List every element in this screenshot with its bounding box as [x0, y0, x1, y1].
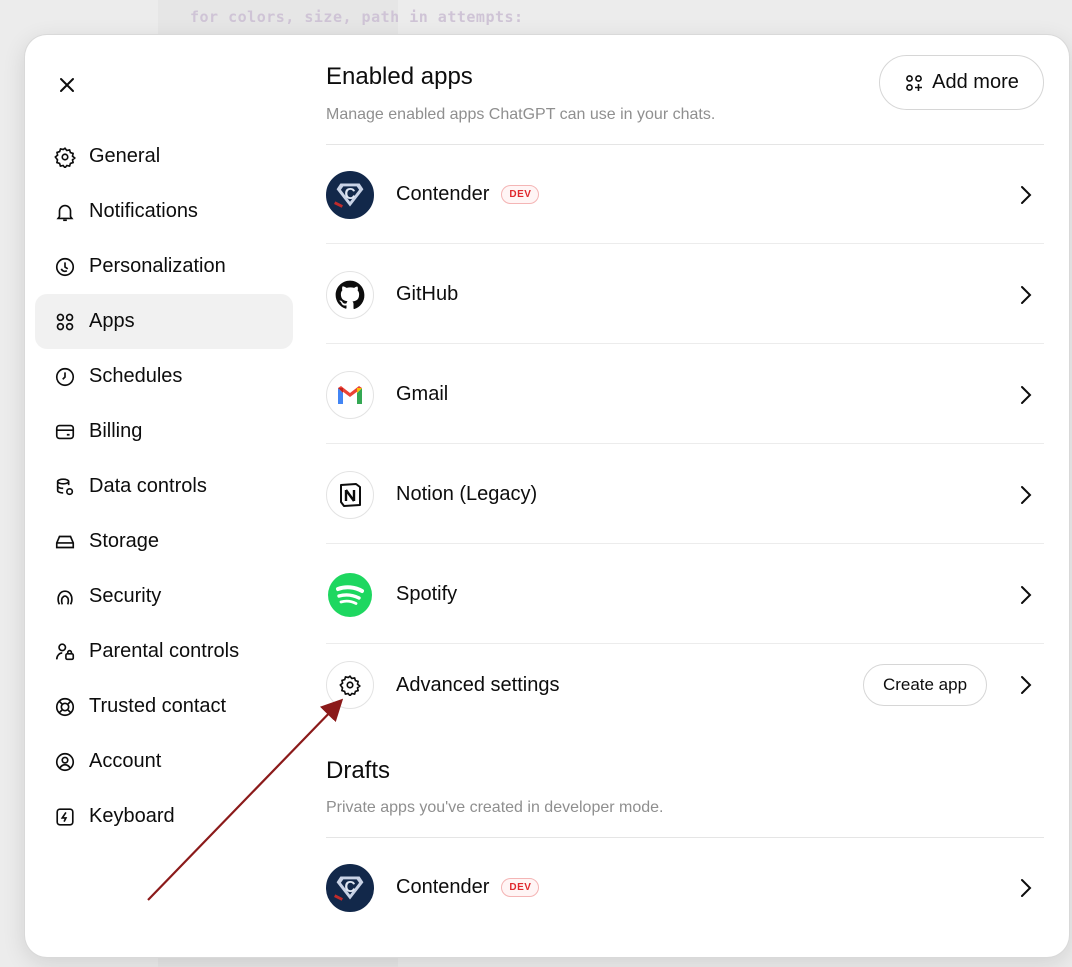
create-app-button[interactable]: Create app [863, 664, 987, 706]
dev-badge: DEV [501, 878, 540, 897]
advanced-settings-row[interactable]: Advanced settings Create app [326, 640, 1044, 730]
bell-icon [53, 200, 77, 224]
sidebar-item-label: Apps [89, 310, 135, 332]
sidebar-item-label: Notifications [89, 200, 198, 222]
drafts-subtitle: Private apps you've created in developer… [326, 799, 664, 816]
chevron-right-icon [1018, 384, 1034, 406]
add-apps-icon [906, 74, 923, 91]
sidebar-item-storage[interactable]: Storage [35, 514, 293, 569]
sidebar-item-data-controls[interactable]: Data controls [35, 459, 293, 514]
fingerprint-icon [53, 585, 77, 609]
draft-row-contender[interactable]: C Contender DEV [326, 838, 1044, 937]
dev-badge: DEV [501, 185, 540, 204]
settings-sidebar: General Notifications Personalization Ap… [35, 129, 293, 844]
chevron-right-icon [1018, 674, 1034, 696]
sidebar-item-personalization[interactable]: Personalization [35, 239, 293, 294]
spotify-logo-icon [326, 570, 374, 619]
settings-modal: General Notifications Personalization Ap… [25, 35, 1069, 957]
app-name: GitHub [396, 283, 459, 305]
backdrop-code-line: for colors, size, path in attempts: [190, 8, 524, 26]
sidebar-item-label: Storage [89, 530, 160, 552]
chevron-right-icon [1018, 877, 1034, 899]
app-row-notion[interactable]: Notion (Legacy) [326, 445, 1044, 544]
add-more-button[interactable]: Add more [879, 55, 1044, 110]
sidebar-item-label: Data controls [89, 475, 207, 497]
lifebuoy-icon [53, 695, 77, 719]
sidebar-item-notifications[interactable]: Notifications [35, 184, 293, 239]
row-divider [326, 343, 1044, 344]
chevron-right-icon [1018, 284, 1034, 306]
sidebar-item-security[interactable]: Security [35, 569, 293, 624]
notion-logo-icon [326, 470, 374, 519]
app-name: Contender [396, 183, 490, 205]
add-more-label: Add more [932, 71, 1019, 93]
app-name: Notion (Legacy) [396, 483, 538, 505]
gear-icon [53, 145, 77, 169]
enabled-apps-title: Enabled apps [326, 63, 473, 90]
github-logo-icon [326, 270, 374, 319]
chevron-right-icon [1018, 584, 1034, 606]
close-icon [60, 78, 74, 92]
sidebar-item-schedules[interactable]: Schedules [35, 349, 293, 404]
advanced-settings-label: Advanced settings [396, 673, 560, 696]
sidebar-item-keyboard[interactable]: Keyboard [35, 789, 293, 844]
close-button[interactable] [53, 71, 81, 99]
contender-logo-icon: C [326, 863, 374, 912]
sidebar-item-label: Schedules [89, 365, 183, 387]
chevron-right-icon [1018, 484, 1034, 506]
gmail-logo-icon [326, 370, 374, 419]
sidebar-item-label: Account [89, 750, 162, 772]
contender-logo-icon: C [326, 170, 374, 219]
app-row-github[interactable]: GitHub [326, 245, 1044, 344]
sidebar-item-account[interactable]: Account [35, 734, 293, 789]
gear-icon [326, 661, 374, 709]
app-row-spotify[interactable]: Spotify [326, 545, 1044, 644]
sidebar-item-label: Keyboard [89, 805, 175, 827]
app-name: Contender [396, 876, 490, 898]
apps-grid-icon [53, 310, 77, 334]
sidebar-item-label: Personalization [89, 255, 226, 277]
sidebar-item-label: General [89, 145, 161, 167]
account-icon [53, 750, 77, 774]
app-name: Gmail [396, 383, 449, 405]
personalization-icon [53, 255, 77, 279]
sidebar-item-parental-controls[interactable]: Parental controls [35, 624, 293, 679]
drafts-title: Drafts [326, 757, 391, 784]
sidebar-item-apps[interactable]: Apps [35, 294, 293, 349]
sidebar-item-billing[interactable]: Billing [35, 404, 293, 459]
sidebar-item-label: Security [89, 585, 162, 607]
app-row-gmail[interactable]: Gmail [326, 345, 1044, 444]
svg-text:C: C [344, 185, 355, 202]
apps-panel: Enabled apps Manage enabled apps ChatGPT… [326, 35, 1044, 957]
parental-icon [53, 640, 77, 664]
enabled-apps-subtitle: Manage enabled apps ChatGPT can use in y… [326, 106, 716, 123]
sidebar-item-label: Trusted contact [89, 695, 227, 717]
sidebar-item-trusted-contact[interactable]: Trusted contact [35, 679, 293, 734]
clock-icon [53, 365, 77, 389]
app-name: Spotify [396, 583, 458, 605]
keyboard-icon [53, 805, 77, 829]
row-divider [326, 443, 1044, 444]
row-divider [326, 243, 1044, 244]
row-divider [326, 543, 1044, 544]
sidebar-item-label: Billing [89, 420, 143, 442]
app-row-contender[interactable]: C Contender DEV [326, 145, 1044, 244]
svg-text:C: C [344, 878, 355, 895]
chevron-right-icon [1018, 184, 1034, 206]
database-icon [53, 475, 77, 499]
card-icon [53, 420, 77, 444]
storage-icon [53, 530, 77, 554]
sidebar-item-general[interactable]: General [35, 129, 293, 184]
sidebar-item-label: Parental controls [89, 640, 240, 662]
